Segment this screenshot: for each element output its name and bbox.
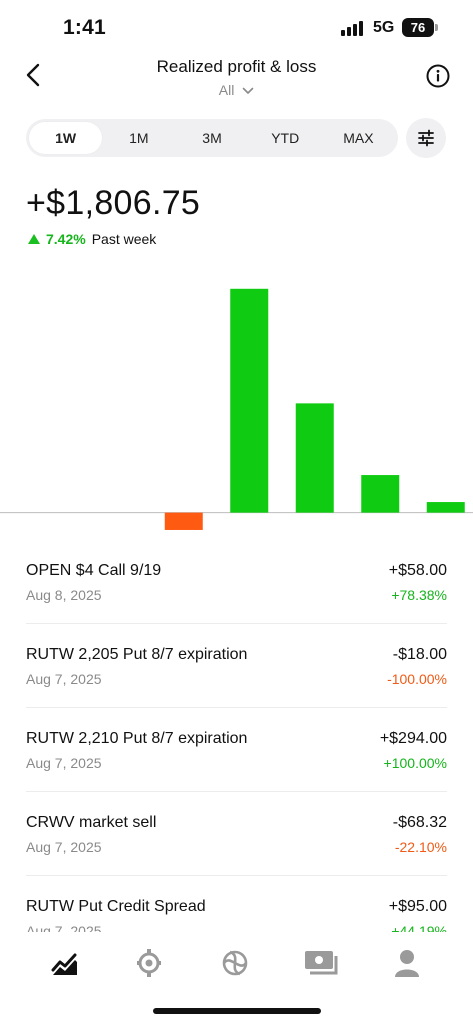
trade-amount: +$58.00 [388,562,447,579]
chart-bar[interactable] [164,512,203,530]
trade-row[interactable]: RUTW 2,210 Put 8/7 expiration Aug 7, 202… [26,708,447,792]
chart-bar[interactable] [361,475,400,513]
trade-name: RUTW 2,205 Put 8/7 expiration [26,646,248,663]
period-selector: 1W 1M 3M YTD MAX [26,119,398,157]
change-percent: 7.42% [46,231,86,247]
trade-name: RUTW Put Credit Spread [26,898,206,915]
trade-date: Aug 7, 2025 [26,923,102,932]
trade-date: Aug 8, 2025 [26,587,102,603]
period-tab-1w[interactable]: 1W [29,122,103,154]
chart-settings-button[interactable] [406,118,446,158]
tab-options[interactable] [129,946,169,980]
trade-amount: +$95.00 [388,898,447,915]
pl-bar-chart [0,288,473,530]
info-icon [426,64,450,88]
period-tab-ytd[interactable]: YTD [249,122,322,154]
page-title: Realized profit & loss [156,57,317,76]
status-time: 1:41 [63,16,106,39]
realized-pl-change: 7.42% Past week [28,231,156,247]
chart-bar[interactable] [426,502,465,513]
tab-investing[interactable] [45,946,85,980]
realized-pl-value: +$1,806.75 [26,184,201,222]
trades-list: OPEN $4 Call 9/19 Aug 8, 2025 +$58.00 +7… [26,540,447,932]
trade-row[interactable]: RUTW Put Credit Spread Aug 7, 2025 +$95.… [26,876,447,932]
cash-icon [305,951,338,975]
trade-date: Aug 7, 2025 [26,839,102,855]
period-tab-3m[interactable]: 3M [175,122,248,154]
home-indicator [153,1008,321,1014]
trade-row[interactable]: RUTW 2,205 Put 8/7 expiration Aug 7, 202… [26,624,447,708]
battery-icon: 76 [402,18,438,37]
status-bar: 1:41 5G 76 [0,0,473,56]
chevron-down-icon [242,87,254,95]
change-period-label: Past week [91,231,157,247]
chart-icon [51,953,77,975]
account-icon [395,950,419,977]
period-tab-max[interactable]: MAX [322,122,395,154]
trade-percent: -22.10% [394,839,447,855]
trade-name: CRWV market sell [26,814,157,831]
trade-amount: -$68.32 [392,814,447,831]
trade-percent: +78.38% [391,587,447,603]
crypto-icon [222,950,248,976]
trade-name: OPEN $4 Call 9/19 [26,562,162,579]
trade-percent: -100.00% [387,671,447,687]
period-tab-1m[interactable]: 1M [102,122,175,154]
trade-date: Aug 7, 2025 [26,671,102,687]
trade-percent: +100.00% [383,755,447,771]
chart-bar[interactable] [295,403,334,513]
network-label: 5G [373,19,395,36]
triangle-up-icon [28,234,40,244]
trade-row[interactable]: CRWV market sell Aug 7, 2025 -$68.32 -22… [26,792,447,876]
header: Realized profit & loss All [0,52,473,104]
chart-bar[interactable] [230,288,269,513]
account-filter-dropdown[interactable]: All [0,82,473,98]
trade-percent: +44.19% [391,923,447,932]
tab-crypto[interactable] [215,946,255,980]
trade-row[interactable]: OPEN $4 Call 9/19 Aug 8, 2025 +$58.00 +7… [26,540,447,624]
trade-name: RUTW 2,210 Put 8/7 expiration [26,730,248,747]
tab-cash[interactable] [302,946,342,980]
battery-level: 76 [402,18,434,37]
account-filter-label: All [218,82,235,98]
trade-date: Aug 7, 2025 [26,755,102,771]
trade-amount: -$18.00 [392,646,447,663]
trade-amount: +$294.00 [379,730,447,747]
options-icon [137,949,161,977]
tab-account[interactable] [387,946,427,980]
signal-icon [341,20,365,36]
info-button[interactable] [426,64,450,88]
sliders-icon [418,129,434,147]
